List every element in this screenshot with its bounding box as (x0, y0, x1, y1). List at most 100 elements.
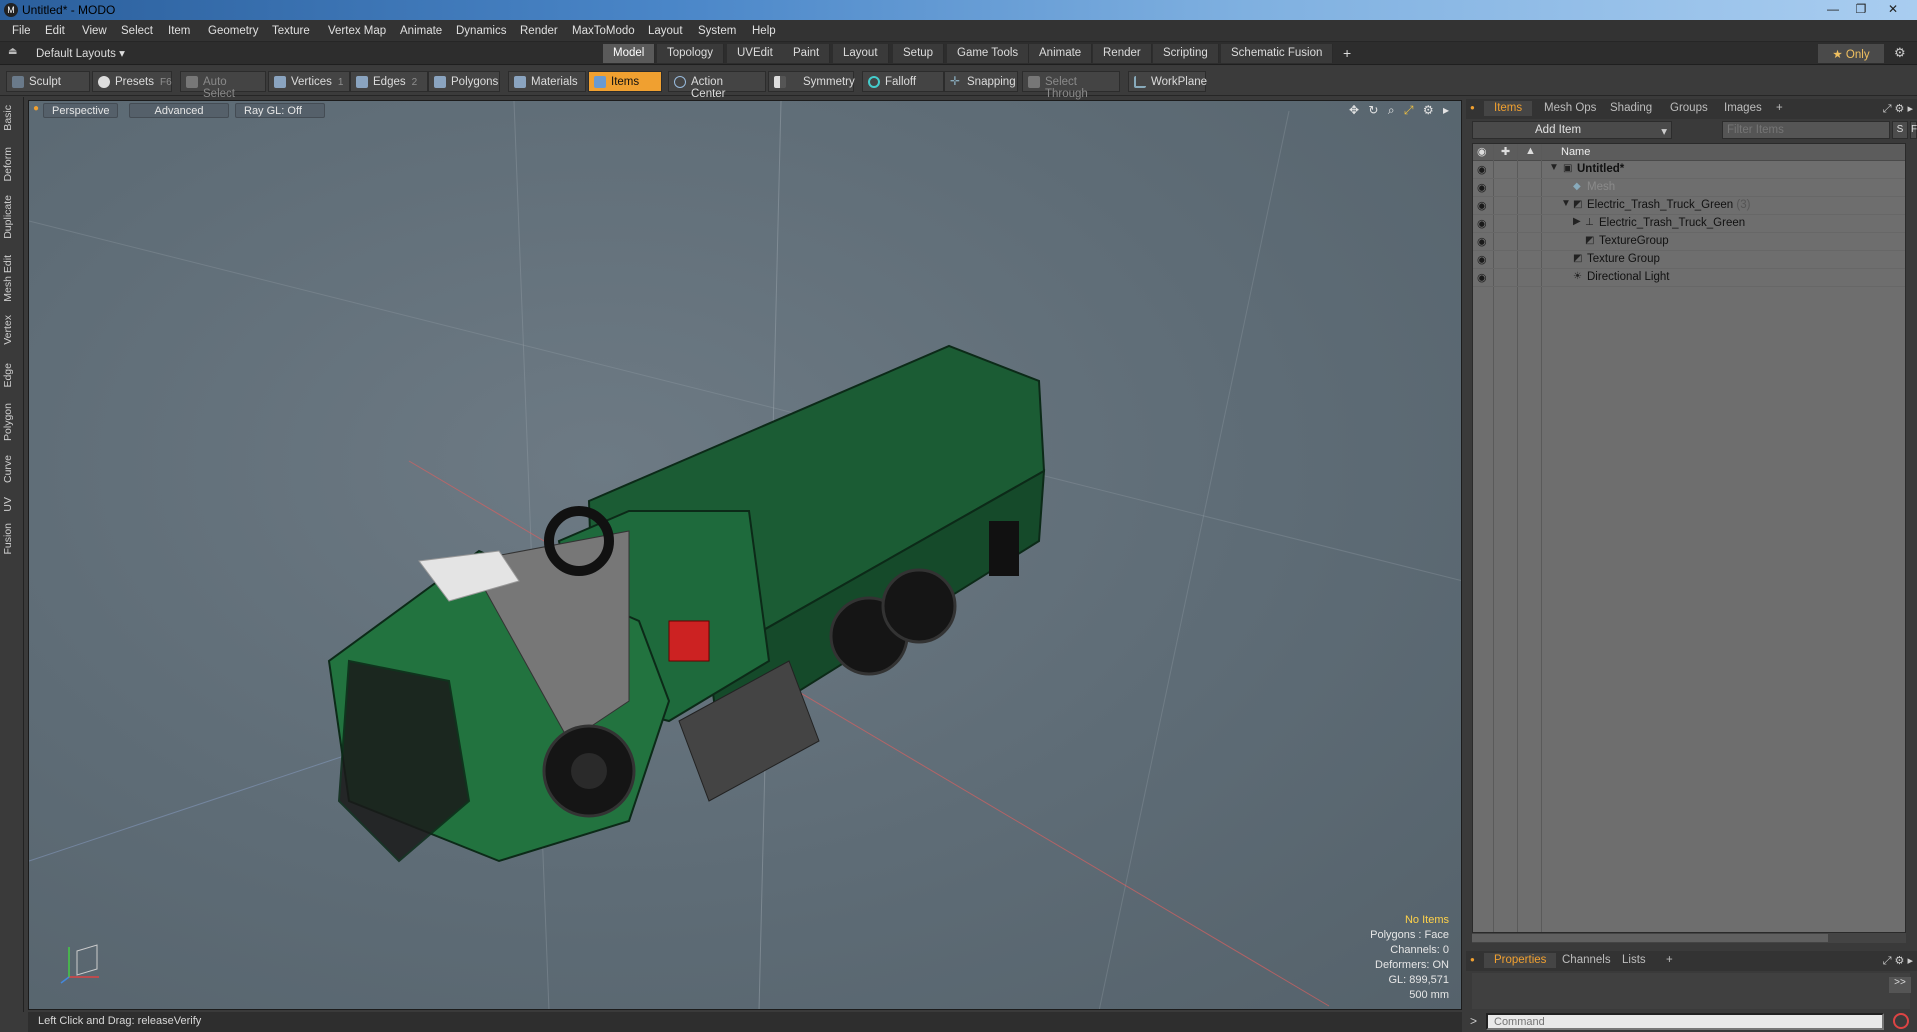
perspective-button[interactable]: Perspective (43, 103, 119, 118)
tab-add[interactable]: + (1658, 954, 1681, 966)
presets-button[interactable]: Presets F6 (92, 71, 172, 92)
rotate-view-icon[interactable]: ↻ (1368, 103, 1378, 117)
tab-topology[interactable]: Topology (657, 44, 725, 63)
add-tab-button[interactable]: + (1333, 42, 1361, 61)
sculpt-button[interactable]: Sculpt (6, 71, 90, 92)
tab-uvedit[interactable]: UVEdit (727, 44, 784, 63)
menu-texture[interactable]: Texture (272, 25, 310, 37)
menu-vertex-map[interactable]: Vertex Map (328, 25, 386, 37)
tab-groups[interactable]: Groups (1662, 102, 1716, 114)
eye-icon[interactable]: ◉ (1477, 199, 1487, 212)
gear-icon[interactable]: ⚙ (1894, 45, 1906, 61)
viewport-menu-icon[interactable]: ● (33, 103, 39, 114)
f-toggle-button[interactable]: F (1910, 121, 1917, 139)
menu-dynamics[interactable]: Dynamics (456, 25, 506, 37)
s-toggle-button[interactable]: S (1892, 121, 1908, 139)
3d-viewport[interactable]: ● Perspective Advanced Ray GL: Off ✥ ↻ ⌕… (28, 100, 1462, 1010)
only-button[interactable]: ★ Only (1818, 44, 1884, 63)
menu-animate[interactable]: Animate (400, 25, 442, 37)
select-through-button[interactable]: Select Through (1022, 71, 1120, 100)
vtab-edge[interactable]: Edge (2, 363, 22, 388)
tree-row-mesh[interactable]: ◉ ◆ Mesh (1473, 179, 1905, 197)
tab-setup[interactable]: Setup (893, 44, 945, 63)
panel-menu-icon[interactable]: ● (1470, 103, 1475, 112)
tab-properties[interactable]: Properties (1484, 953, 1557, 968)
tree-row-texturegroup[interactable]: ◉ ◩ TextureGroup (1473, 233, 1905, 251)
move-view-icon[interactable]: ✥ (1349, 103, 1359, 117)
menu-file[interactable]: File (12, 25, 31, 37)
vtab-curve[interactable]: Curve (2, 455, 22, 483)
tab-channels[interactable]: Channels (1554, 954, 1619, 966)
tree-row-texture-group[interactable]: ◉ ◩ Texture Group (1473, 251, 1905, 269)
tree-row-untitled[interactable]: ◉ ▼ ▣ Untitled* (1473, 161, 1905, 179)
vtab-deform[interactable]: Deform (2, 147, 22, 181)
snapping-button[interactable]: ✛ Snapping (944, 71, 1018, 92)
menu-layout[interactable]: Layout (648, 25, 683, 37)
menu-maxtomodo[interactable]: MaxToModo (572, 25, 635, 37)
tab-layout[interactable]: Layout (833, 44, 889, 63)
scene-canvas[interactable] (29, 101, 1462, 1010)
panel-menu-icon[interactable]: ● (1470, 955, 1475, 964)
tab-shading[interactable]: Shading (1602, 102, 1660, 114)
command-input[interactable] (1486, 1013, 1884, 1030)
menu-render[interactable]: Render (520, 25, 558, 37)
scrollbar-thumb[interactable] (1472, 934, 1828, 942)
eye-icon[interactable]: ◉ (1477, 235, 1487, 248)
tab-schematic-fusion[interactable]: Schematic Fusion (1221, 44, 1334, 63)
tab-render[interactable]: Render (1093, 44, 1152, 63)
menu-edit[interactable]: Edit (45, 25, 65, 37)
panel-window-icons[interactable]: ⤢ ⚙ ▸ (1883, 102, 1913, 116)
tree-row-truck-group[interactable]: ◉ ▼ ◩ Electric_Trash_Truck_Green (3) (1473, 197, 1905, 215)
tab-lists[interactable]: Lists (1614, 954, 1654, 966)
shading-button[interactable]: Advanced (129, 103, 229, 118)
materials-button[interactable]: Materials (508, 71, 586, 92)
vtab-uv[interactable]: UV (2, 497, 22, 512)
eye-icon[interactable]: ◉ (1477, 181, 1487, 194)
vertices-button[interactable]: Vertices 1 (268, 71, 350, 92)
tab-images[interactable]: Images (1716, 102, 1770, 114)
tab-animate[interactable]: Animate (1029, 44, 1093, 63)
tab-items[interactable]: Items (1484, 101, 1533, 116)
expand-button[interactable]: >> (1889, 977, 1911, 993)
fit-icon[interactable]: ⤢ (1404, 103, 1414, 117)
tree-scrollbar[interactable] (1472, 933, 1906, 943)
eye-icon[interactable]: ◉ (1477, 217, 1487, 230)
panel-window-icons[interactable]: ⤢ ⚙ ▸ (1883, 954, 1913, 968)
vtab-vertex[interactable]: Vertex (2, 315, 22, 345)
falloff-button[interactable]: Falloff (862, 71, 944, 92)
eye-icon[interactable]: ◉ (1477, 253, 1487, 266)
add-item-button[interactable]: Add Item ▾ (1472, 121, 1672, 139)
tree-row-truck-mesh[interactable]: ◉ ▶ ⊥ Electric_Trash_Truck_Green (1473, 215, 1905, 233)
tree-row-directional-light[interactable]: ◉ ☀ Directional Light (1473, 269, 1905, 287)
menu-help[interactable]: Help (752, 25, 776, 37)
tab-scripting[interactable]: Scripting (1153, 44, 1219, 63)
vtab-fusion[interactable]: Fusion (2, 523, 22, 555)
tab-add[interactable]: + (1768, 102, 1791, 114)
vtab-mesh-edit[interactable]: Mesh Edit (2, 255, 22, 302)
restore-icon[interactable]: ❐ (1848, 1, 1874, 17)
polygons-button[interactable]: Polygons (428, 71, 500, 92)
minimize-icon[interactable]: — (1820, 1, 1846, 17)
expand-triangle-icon[interactable]: ▼ (1561, 198, 1571, 209)
collapsed-triangle-icon[interactable]: ▶ (1573, 216, 1581, 227)
tab-paint[interactable]: Paint (783, 44, 831, 63)
menu-item[interactable]: Item (168, 25, 190, 37)
vtab-basic[interactable]: Basic (2, 105, 22, 131)
vtab-duplicate[interactable]: Duplicate (2, 195, 22, 239)
layout-selector[interactable]: Default Layouts ▾ (36, 46, 125, 60)
menu-select[interactable]: Select (121, 25, 153, 37)
action-center-button[interactable]: Action Center (668, 71, 766, 100)
eye-icon[interactable]: ◉ (1477, 163, 1487, 176)
menu-geometry[interactable]: Geometry (208, 25, 259, 37)
workplane-button[interactable]: WorkPlane (1128, 71, 1207, 92)
items-button[interactable]: Items (588, 71, 662, 92)
tab-mesh-ops[interactable]: Mesh Ops (1536, 102, 1604, 114)
truck-model[interactable] (327, 344, 1046, 863)
menu-system[interactable]: System (698, 25, 736, 37)
tab-game-tools[interactable]: Game Tools (947, 44, 1030, 63)
auto-select-button[interactable]: Auto Select (180, 71, 266, 100)
close-icon[interactable]: ✕ (1880, 1, 1906, 17)
zoom-icon[interactable]: ⌕ (1388, 103, 1395, 117)
raygl-button[interactable]: Ray GL: Off (235, 103, 325, 118)
clear-command-icon[interactable] (1893, 1013, 1909, 1029)
